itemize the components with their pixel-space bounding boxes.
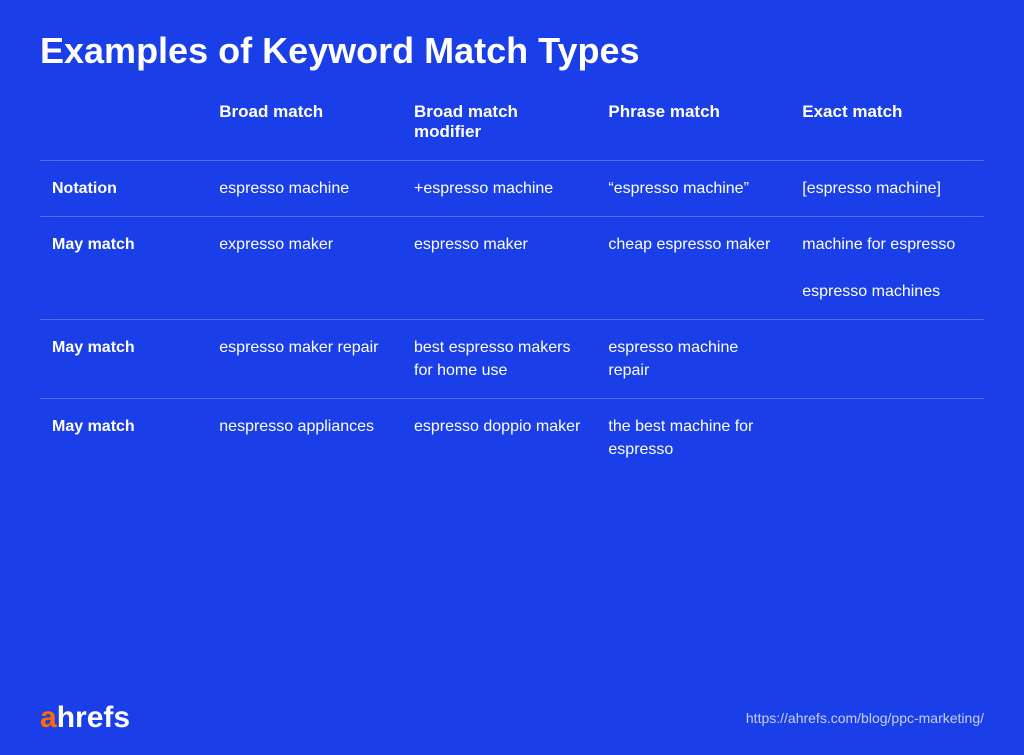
row-3-broad: nespresso appliances <box>207 399 402 478</box>
main-container: Examples of Keyword Match Types Broad ma… <box>0 0 1024 755</box>
row-2-broad-modifier: best espresso makers for home use <box>402 319 596 398</box>
row-0-phrase: “espresso machine” <box>596 161 790 217</box>
col-header-broad: Broad match <box>207 102 402 161</box>
row-0-exact: [espresso machine] <box>790 161 984 217</box>
row-label-3: May match <box>40 399 207 478</box>
col-header-exact: Exact match <box>790 102 984 161</box>
row-3-broad-modifier: espresso doppio maker <box>402 399 596 478</box>
logo-a: a <box>40 701 57 734</box>
row-3-phrase: the best machine for espresso <box>596 399 790 478</box>
row-1-exact: machine for espressoespresso machines <box>790 217 984 320</box>
footer-url: https://ahrefs.com/blog/ppc-marketing/ <box>746 710 984 726</box>
row-1-broad-modifier: espresso maker <box>402 217 596 320</box>
row-label-2: May match <box>40 319 207 398</box>
row-2-broad: espresso maker repair <box>207 319 402 398</box>
row-0-broad-modifier: +espresso machine <box>402 161 596 217</box>
row-1-broad: expresso maker <box>207 217 402 320</box>
keyword-match-table: Broad match Broad match modifier Phrase … <box>40 102 984 478</box>
footer: ahrefs https://ahrefs.com/blog/ppc-marke… <box>40 683 984 735</box>
row-1-phrase: cheap espresso maker <box>596 217 790 320</box>
row-label-1: May match <box>40 217 207 320</box>
col-header-phrase: Phrase match <box>596 102 790 161</box>
table-row: Notation espresso machine +espresso mach… <box>40 161 984 217</box>
table-row: May match nespresso appliances espresso … <box>40 399 984 478</box>
col-header-broad-modifier: Broad match modifier <box>402 102 596 161</box>
row-2-exact <box>790 319 984 398</box>
ahrefs-logo: ahrefs <box>40 701 130 735</box>
table-row: May match espresso maker repair best esp… <box>40 319 984 398</box>
table-row: May match expresso maker espresso maker … <box>40 217 984 320</box>
row-0-broad: espresso machine <box>207 161 402 217</box>
page-title: Examples of Keyword Match Types <box>40 30 984 72</box>
row-label-0: Notation <box>40 161 207 217</box>
col-header-0 <box>40 102 207 161</box>
table-wrapper: Broad match Broad match modifier Phrase … <box>40 102 984 683</box>
row-2-phrase: espresso machine repair <box>596 319 790 398</box>
row-3-exact <box>790 399 984 478</box>
logo-rest: hrefs <box>57 701 130 734</box>
